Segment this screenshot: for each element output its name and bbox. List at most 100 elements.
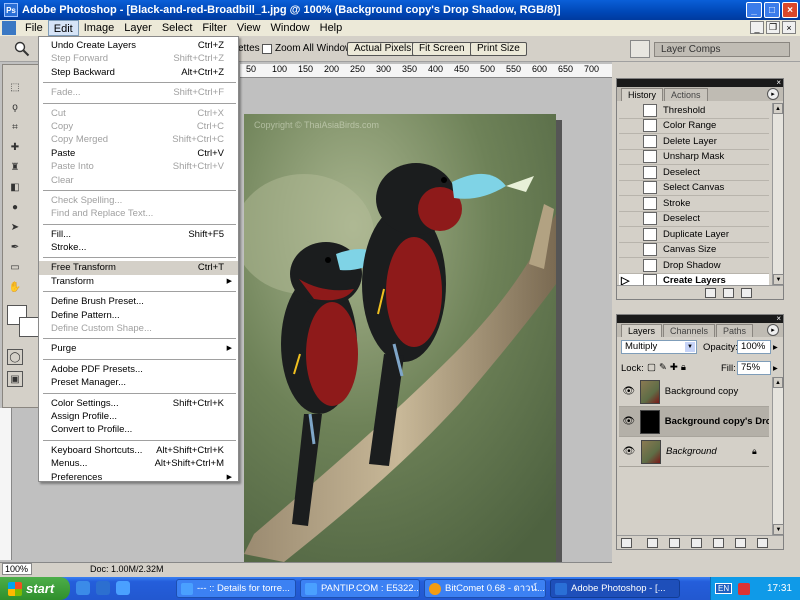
history-item[interactable]: Select Canvas [619, 181, 769, 196]
layers-scrollbar[interactable]: ▲ ▼ [772, 377, 784, 535]
blend-mode-select[interactable]: Multiply ▼ [621, 340, 697, 354]
taskbar-button[interactable]: PANTIP.COM : E5322... [300, 579, 420, 598]
menu-check-spelling[interactable]: Check Spelling... [39, 194, 238, 207]
history-source-box[interactable] [621, 165, 635, 179]
history-source-box[interactable] [621, 119, 635, 133]
menu-clear[interactable]: Clear [39, 174, 238, 187]
history-item[interactable]: Deselect [619, 212, 769, 227]
pen-tool-icon[interactable]: ✒ [7, 239, 23, 255]
background-color-swatch[interactable] [19, 317, 39, 337]
tab-channels[interactable]: Channels [663, 324, 716, 337]
history-source-box[interactable] [621, 196, 635, 210]
menu-paste[interactable]: Paste Ctrl+V [39, 147, 238, 160]
menu-color-settings[interactable]: Color Settings... Shift+Ctrl+K [39, 397, 238, 410]
menu-adobe-pdf-presets[interactable]: Adobe PDF Presets... [39, 363, 238, 376]
menu-preset-manager[interactable]: Preset Manager... [39, 376, 238, 389]
new-snapshot-icon[interactable] [723, 288, 734, 298]
menu-select[interactable]: Select [157, 20, 198, 36]
menu-convert-to-profile[interactable]: Convert to Profile... [39, 423, 238, 436]
lasso-tool-icon[interactable]: ϙ [7, 99, 23, 115]
menu-filter[interactable]: Filter [197, 20, 231, 36]
history-item[interactable]: Drop Shadow [619, 258, 769, 274]
layer-style-icon[interactable] [647, 538, 658, 548]
crop-tool-icon[interactable]: ⌗ [7, 119, 23, 135]
new-group-icon[interactable] [713, 538, 724, 548]
menu-step-backward[interactable]: Step Backward Alt+Ctrl+Z [39, 66, 238, 79]
tab-actions[interactable]: Actions [664, 88, 708, 101]
fill-input[interactable]: 75% [737, 361, 771, 375]
path-select-tool-icon[interactable]: ➤ [7, 219, 23, 235]
menu-free-transform[interactable]: Free Transform Ctrl+T [39, 261, 238, 275]
menu-define-custom-shape[interactable]: Define Custom Shape... [39, 322, 238, 335]
menu-cut[interactable]: Cut Ctrl+X [39, 107, 238, 120]
tab-history[interactable]: History [621, 88, 664, 101]
menu-find-replace[interactable]: Find and Replace Text... [39, 207, 238, 220]
history-item[interactable]: Stroke [619, 196, 769, 212]
panel-menu-icon[interactable]: ▸ [767, 324, 779, 336]
tab-layers[interactable]: Layers [621, 324, 663, 337]
menu-copy[interactable]: Copy Ctrl+C [39, 120, 238, 133]
eye-icon[interactable]: 👁︎ [621, 444, 637, 460]
eye-icon[interactable]: 👁︎ [621, 384, 636, 400]
stamp-tool-icon[interactable]: ♜ [7, 159, 23, 175]
menu-copy-merged[interactable]: Copy Merged Shift+Ctrl+C [39, 133, 238, 146]
menu-help[interactable]: Help [315, 20, 348, 36]
healing-tool-icon[interactable]: ✚ [7, 139, 23, 155]
quick-mask-icon[interactable]: ◯ [7, 349, 23, 365]
print-size-button[interactable]: Print Size [470, 42, 527, 56]
menu-window[interactable]: Window [266, 20, 315, 36]
menu-edit[interactable]: Edit [47, 20, 79, 36]
hand-tool-icon[interactable]: ✋ [7, 279, 23, 295]
history-item[interactable]: Delete Layer [619, 134, 769, 150]
link-layers-icon[interactable] [621, 538, 632, 548]
panel-close-icon[interactable]: × [776, 78, 781, 87]
chevron-down-icon[interactable]: ▼ [685, 342, 695, 352]
menu-view[interactable]: View [232, 20, 266, 36]
trash-icon[interactable] [757, 538, 768, 548]
palette-well-icon[interactable] [630, 40, 650, 58]
menu-layer[interactable]: Layer [119, 20, 157, 36]
scroll-down-icon[interactable]: ▼ [773, 524, 784, 535]
fill-arrow-icon[interactable]: ▸ [773, 363, 778, 374]
layer-row[interactable]: 👁︎ Background 🔒︎ [619, 437, 769, 467]
minimize-button[interactable]: _ [746, 2, 762, 18]
doc-close-button[interactable]: × [782, 21, 796, 34]
opacity-input[interactable]: 100% [737, 340, 771, 354]
menu-define-brush-preset[interactable]: Define Brush Preset... [39, 295, 238, 308]
taskbar-button[interactable]: BitComet 0.68 - ดาวน์... [424, 579, 546, 598]
document-canvas[interactable]: Copyright © ThaiAsiaBirds.com [244, 114, 556, 562]
taskbar-button[interactable]: --- :: Details for torre... [176, 579, 296, 598]
history-source-box[interactable] [621, 181, 635, 195]
menu-assign-profile[interactable]: Assign Profile... [39, 410, 238, 423]
history-item[interactable]: Deselect [619, 165, 769, 181]
history-item[interactable]: Duplicate Layer [619, 227, 769, 243]
layer-comps-tab[interactable]: Layer Comps [654, 42, 790, 57]
opacity-arrow-icon[interactable]: ▸ [773, 342, 778, 353]
menu-keyboard-shortcuts[interactable]: Keyboard Shortcuts... Alt+Shift+Ctrl+K [39, 444, 238, 457]
language-indicator[interactable]: EN [715, 583, 733, 594]
history-item[interactable]: Canvas Size [619, 243, 769, 258]
trash-icon[interactable] [741, 288, 752, 298]
new-document-icon[interactable] [705, 288, 716, 298]
fit-screen-button[interactable]: Fit Screen [412, 42, 472, 56]
marquee-tool-icon[interactable]: ⬚ [7, 79, 23, 95]
layer-row-selected[interactable]: 👁︎ Background copy's Drop ... [619, 407, 769, 437]
messenger-icon[interactable] [96, 581, 110, 595]
doc-minimize-button[interactable]: _ [750, 21, 764, 34]
panel-menu-icon[interactable]: ▸ [767, 88, 779, 100]
menu-paste-into[interactable]: Paste Into Shift+Ctrl+V [39, 160, 238, 173]
tray-app-icon[interactable] [738, 582, 751, 595]
history-source-box[interactable] [621, 134, 635, 148]
history-item[interactable]: Color Range [619, 119, 769, 134]
internet-explorer-icon[interactable] [116, 581, 130, 595]
new-layer-icon[interactable] [735, 538, 746, 548]
history-scrollbar[interactable]: ▲ ▼ [772, 103, 784, 285]
history-item[interactable]: Threshold [619, 103, 769, 119]
zoom-all-windows-checkbox[interactable]: Zoom All Windows [262, 43, 357, 54]
taskbar-button-active[interactable]: Adobe Photoshop - [... [550, 579, 680, 598]
menu-fade[interactable]: Fade... Shift+Ctrl+F [39, 86, 238, 99]
scroll-down-icon[interactable]: ▼ [773, 274, 784, 285]
zoom-tool-icon[interactable] [14, 41, 30, 57]
panel-title-bar[interactable]: × [617, 314, 783, 323]
menu-menus[interactable]: Menus... Alt+Shift+Ctrl+M [39, 457, 238, 470]
